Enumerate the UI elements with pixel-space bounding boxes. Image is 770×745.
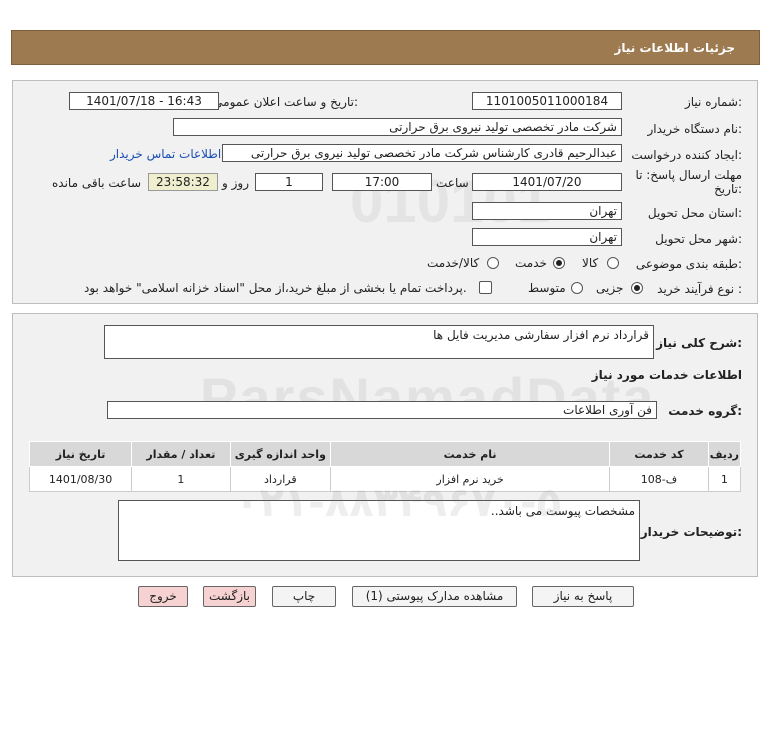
services-heading: اطلاعات خدمات مورد نیاز — [591, 368, 742, 382]
payment-note: پرداخت تمام یا بخشی از مبلغ خرید،از محل … — [84, 281, 467, 295]
summary-field: قرارداد نرم افزار سفارشی مدیریت فایل ها — [104, 325, 654, 359]
category-option-goods: کالا — [582, 256, 599, 270]
process-radio-minor[interactable] — [631, 282, 643, 294]
summary-label: شرح کلی نیاز: — [656, 336, 742, 350]
service-group-field: فن آوری اطلاعات — [107, 401, 657, 419]
days-label: روز و — [222, 176, 249, 190]
reply-button[interactable]: پاسخ به نیاز — [532, 586, 634, 607]
need-number-field: 1101005011000184 — [472, 92, 622, 110]
col-row: ردیف — [707, 441, 742, 467]
category-option-goods-service: کالا/خدمت — [427, 256, 480, 270]
treasury-checkbox[interactable] — [479, 281, 492, 294]
cell-quantity: 1 — [131, 466, 231, 492]
deadline-time-label: ساعت — [436, 176, 469, 190]
table-header-row: تاریخ نیاز تعداد / مقدار واحد اندازه گیر… — [28, 441, 742, 467]
buyer-org-label: نام دستگاه خریدار: — [647, 122, 743, 136]
category-radio-service[interactable] — [553, 257, 565, 269]
announce-label: تاریخ و ساعت اعلان عمومی: — [213, 95, 358, 109]
buyer-org-field: شرکت مادر تخصصی تولید نیروی برق حرارتی — [173, 118, 622, 136]
process-label: نوع فرآیند خرید : — [657, 282, 742, 296]
col-service-code: کد خدمت — [609, 441, 709, 467]
buyer-contact-link[interactable]: اطلاعات تماس خریدار — [110, 147, 221, 161]
deadline-label-2: تاریخ: — [714, 182, 742, 196]
view-attachments-button[interactable]: مشاهده مدارک پیوستی (1) — [352, 586, 517, 607]
watermark-brand: ParsNamadData — [200, 366, 656, 429]
col-service-name: نام خدمت — [330, 441, 611, 467]
province-label: استان محل تحویل: — [647, 206, 742, 220]
cell-date: 1401/08/30 — [28, 466, 133, 492]
print-button[interactable]: چاپ — [272, 586, 336, 607]
province-field: تهران — [472, 202, 622, 220]
category-radio-goods-service[interactable] — [487, 257, 499, 269]
city-label: شهر محل تحویل: — [655, 232, 742, 246]
buyer-notes-label: توضیحات خریدار: — [640, 525, 742, 539]
deadline-time-field: 17:00 — [332, 173, 432, 191]
days-field: 1 — [255, 173, 323, 191]
remaining-time-field: 23:58:32 — [148, 173, 218, 191]
creator-field: عبدالرحیم قادری کارشناس شرکت مادر تخصصی … — [222, 144, 622, 162]
category-label: طبقه بندی موضوعی: — [635, 257, 742, 271]
need-number-label: شماره نیاز: — [684, 95, 742, 109]
deadline-date-field: 1401/07/20 — [472, 173, 622, 191]
page-title: جزئیات اطلاعات نیاز — [614, 41, 735, 55]
col-unit: واحد اندازه گیری — [229, 441, 332, 467]
category-option-service: خدمت — [515, 256, 547, 270]
back-button[interactable]: بازگشت — [203, 586, 256, 607]
service-group-label: گروه خدمت: — [668, 404, 742, 418]
process-option-minor: جزیی — [596, 281, 624, 295]
col-date: تاریخ نیاز — [28, 441, 133, 467]
creator-label: ایجاد کننده درخواست: — [631, 148, 742, 162]
col-quantity: تعداد / مقدار — [131, 441, 231, 467]
process-radio-medium[interactable] — [571, 282, 583, 294]
remaining-label: ساعت باقی مانده — [52, 176, 142, 190]
announce-field: 1401/07/18 - 16:43 — [69, 92, 219, 110]
cell-row: 1 — [707, 466, 742, 492]
page-header: جزئیات اطلاعات نیاز — [11, 30, 760, 65]
watermark-phone: ۰۲۱-۸۸۳۴۹۶۷۰-۵ — [235, 480, 562, 526]
exit-button[interactable]: خروج — [138, 586, 188, 607]
deadline-label: مهلت ارسال پاسخ: تا — [635, 168, 742, 182]
category-radio-goods[interactable] — [607, 257, 619, 269]
cell-service-code: ف-108 — [609, 466, 709, 492]
process-option-medium: متوسط — [528, 281, 566, 295]
city-field: تهران — [472, 228, 622, 246]
